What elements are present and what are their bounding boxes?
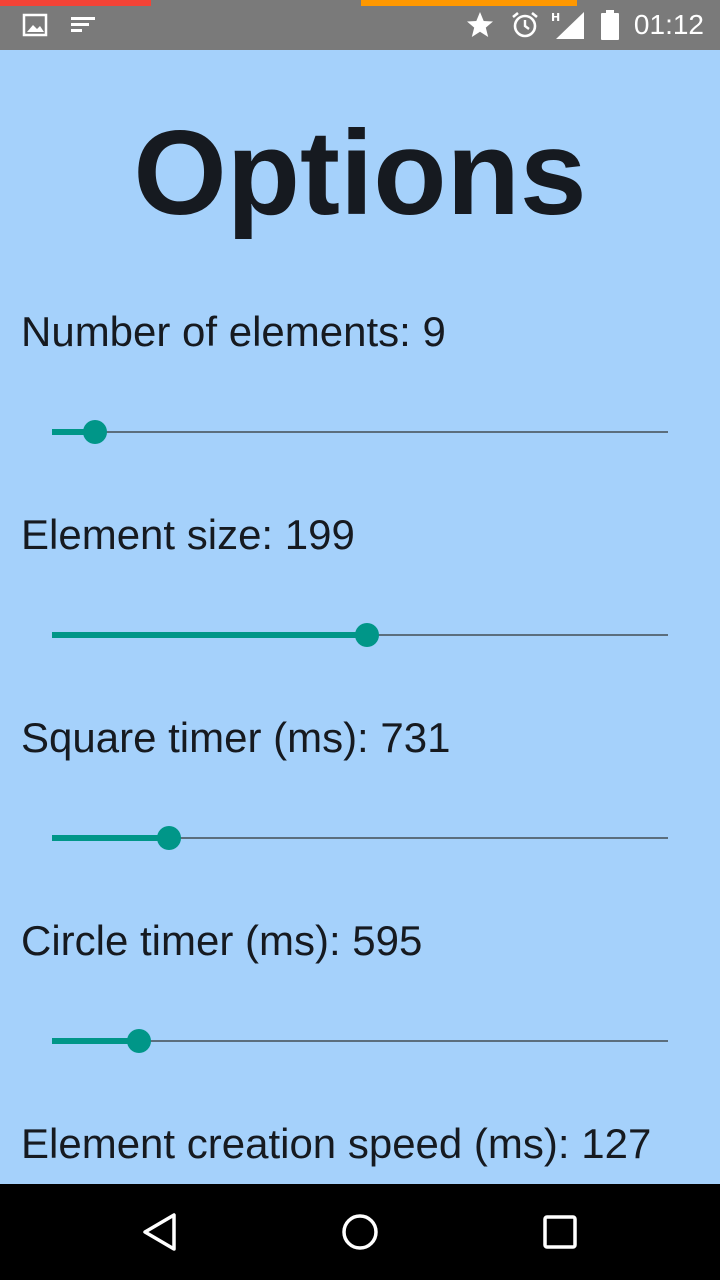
slider-thumb[interactable] xyxy=(157,826,182,850)
status-bar: H 01:12 xyxy=(0,0,720,50)
slider-thumb[interactable] xyxy=(83,420,108,444)
alarm-icon xyxy=(512,11,538,38)
circle-timer-slider[interactable] xyxy=(52,1026,668,1056)
option-label-element-size: Element size: 199 xyxy=(21,511,355,558)
options-screen: Options Number of elements: 9 Element si… xyxy=(0,50,720,1184)
star-icon xyxy=(467,12,493,37)
slider-thumb[interactable] xyxy=(127,1029,152,1053)
slider-track xyxy=(52,431,668,433)
notes-icon xyxy=(71,17,95,32)
element-size-slider[interactable] xyxy=(52,620,668,650)
home-icon[interactable] xyxy=(336,1208,384,1256)
battery-icon xyxy=(601,10,619,40)
back-icon[interactable] xyxy=(136,1208,184,1256)
slider-fill xyxy=(52,835,170,841)
image-icon xyxy=(22,13,48,37)
recents-icon[interactable] xyxy=(536,1208,584,1256)
slider-thumb[interactable] xyxy=(355,623,380,647)
page-title: Options xyxy=(133,106,587,240)
square-timer-slider[interactable] xyxy=(52,823,668,853)
signal-h-icon: H xyxy=(551,11,584,39)
slider-fill xyxy=(52,632,368,638)
svg-text:H: H xyxy=(551,11,560,24)
navigation-bar xyxy=(0,1184,720,1280)
option-label-square-timer: Square timer (ms): 731 xyxy=(21,714,451,761)
option-label-element-creation-speed: Element creation speed (ms): 127 xyxy=(21,1120,652,1167)
status-time: 01:12 xyxy=(633,9,704,40)
option-label-circle-timer: Circle timer (ms): 595 xyxy=(21,917,423,964)
slider-fill xyxy=(52,1038,140,1044)
status-strip-red xyxy=(0,0,151,6)
number-of-elements-slider[interactable] xyxy=(52,417,668,447)
option-label-number-of-elements: Number of elements: 9 xyxy=(21,308,446,355)
status-strip-orange xyxy=(361,0,577,6)
